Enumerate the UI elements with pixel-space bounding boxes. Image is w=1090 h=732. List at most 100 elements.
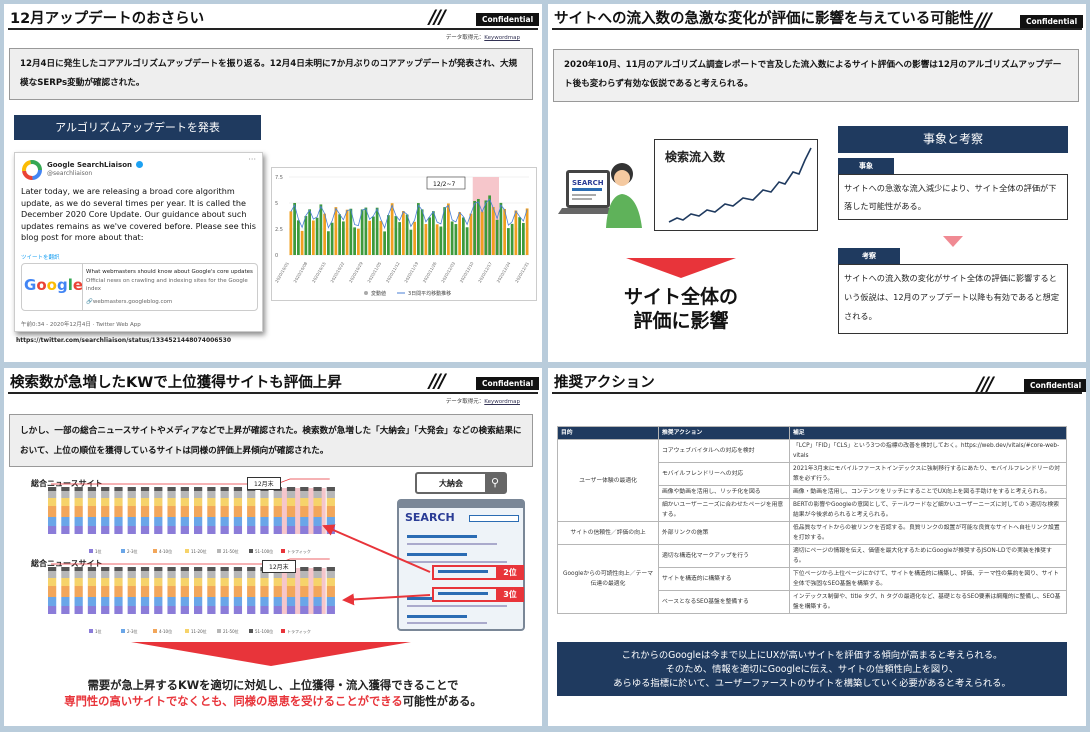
- stacked-segment: [87, 571, 97, 578]
- action-cell: サイトを構造的に構築する: [658, 567, 790, 591]
- stacked-segment: [247, 571, 256, 578]
- volatility-bar: [394, 216, 398, 255]
- conclusion-line-1: サイト全体の: [623, 286, 738, 308]
- volatility-bar: [525, 208, 529, 255]
- legend-label: 1位: [95, 628, 102, 634]
- conclusion-line-2: 評価に影響: [633, 310, 729, 332]
- volatility-bar: [323, 213, 326, 255]
- stacked-segment: [167, 506, 176, 517]
- title-underline: [552, 392, 1082, 394]
- stacked-segment: [48, 571, 57, 578]
- stacked-segment: [167, 491, 176, 498]
- stacked-segment: [127, 586, 136, 597]
- stacked-segment: [154, 567, 163, 571]
- x-tick-label: 2020/10/01: [274, 261, 290, 284]
- source-link[interactable]: Keywordmap: [484, 399, 520, 405]
- volatility-bar: [514, 210, 518, 255]
- legend-swatch: [249, 629, 253, 633]
- action-cell: 画像や動画を活用し、リッチ化を図る: [658, 485, 790, 499]
- result-line: [572, 194, 596, 196]
- link-preview-card[interactable]: Google What webmasters should know about…: [21, 263, 258, 311]
- stacked-segment: [233, 487, 243, 491]
- stacked-segment: [180, 571, 189, 578]
- conclusion-text: サイト全体の 評価に影響: [604, 285, 758, 333]
- legend-swatch: [89, 629, 93, 633]
- action-cell: モバイルフレンドリーへの対応: [658, 462, 790, 486]
- stacked-segment: [167, 498, 176, 506]
- stacked-segment: [48, 487, 57, 491]
- volatility-bar: [454, 224, 458, 255]
- legend-swatch: [121, 629, 125, 633]
- stacked-segment: [114, 606, 123, 614]
- magnifier-icon[interactable]: ⚲: [485, 474, 505, 492]
- volatility-bar: [432, 211, 435, 255]
- title-underline: [552, 28, 1082, 30]
- stacked-segment: [87, 517, 97, 526]
- stacked-segment: [247, 526, 256, 534]
- volatility-bar: [413, 221, 416, 255]
- slide-title: 12月アップデートのおさらい: [10, 11, 205, 27]
- note-cell: BERTの影響やGoogleの意図として、テールワードなど細かいユーザーニーズに…: [789, 498, 1067, 522]
- actions-table-wrapper: 目的 推奨アクション 補足 ユーザー体験の最適化 コアウェブバイタルへの対応を検討…: [557, 426, 1067, 614]
- stacked-segment: [207, 498, 216, 506]
- legend-swatch: [281, 629, 285, 633]
- stacked-segment: [101, 498, 110, 506]
- stacked-segment: [260, 517, 269, 526]
- x-tick-label: 2020/12/31: [514, 261, 530, 284]
- summary-box: しかし、一部の総合ニュースサイトやメディアなどで上昇が確認された。検索数が急増し…: [9, 414, 533, 467]
- x-tick-label: 2020/12/24: [496, 261, 512, 284]
- note-cell: 下位ページから上位ページにかけて、サイトを構造的に構築し、評価、テーマ性の集約を…: [789, 567, 1067, 591]
- volatility-bar: [312, 220, 315, 255]
- source-link[interactable]: Keywordmap: [484, 35, 520, 41]
- stacked-segment: [101, 517, 110, 526]
- stacked-segment: [167, 578, 176, 586]
- stacked-segment: [260, 578, 269, 586]
- legend-label: 21-50位: [223, 628, 239, 634]
- volatility-bar: [300, 230, 304, 255]
- translate-link[interactable]: ツイートを翻訳: [21, 253, 60, 261]
- stacked-segment: [220, 571, 229, 578]
- tweet-card[interactable]: Google SearchLiaison @searchliaison ··· …: [14, 152, 263, 332]
- volatility-bar: [387, 215, 390, 255]
- stacked-segment: [247, 491, 256, 498]
- x-tick-label: 2020/11/12: [385, 261, 401, 284]
- volatility-bar: [368, 220, 371, 255]
- stacked-segment: [101, 567, 110, 571]
- note-cell: 画像・動画を活用し、コンテンツをリッチにすることでUX向上を図る手助けをすると考…: [789, 485, 1067, 499]
- legend-label: 11-20位: [191, 628, 207, 634]
- tweet-url[interactable]: https://twitter.com/searchliaison/status…: [16, 337, 231, 344]
- legend-label: 1位: [95, 548, 102, 554]
- x-tick-label: 2020/11/19: [403, 261, 419, 284]
- legend-label: 4-10位: [159, 548, 172, 554]
- volatility-bar: [462, 217, 465, 255]
- stacked-segment: [61, 487, 70, 491]
- stacked-segment: [61, 498, 70, 506]
- volatility-bar: [398, 222, 401, 255]
- stacked-segment: [87, 586, 97, 597]
- card-link: 🔗webmasters.googleblog.com: [86, 299, 173, 305]
- stacked-segment: [233, 498, 243, 506]
- note-cell: 低品質なサイトからの被リンクを否認する。良質リンクの設置が可能な良質なサイトへ自…: [789, 521, 1067, 545]
- link-icon: 🔗: [86, 299, 93, 305]
- legend-swatch: [89, 549, 93, 553]
- stacked-segment: [140, 586, 150, 597]
- stacked-segment: [273, 526, 282, 534]
- legend-swatch: [153, 549, 157, 553]
- volatility-bar: [357, 228, 360, 255]
- search-word: SEARCH: [572, 179, 604, 187]
- volatility-bar: [469, 213, 473, 255]
- more-icon[interactable]: ···: [248, 155, 256, 164]
- panel-title: 事象と考察: [838, 126, 1068, 153]
- stacked-segment: [180, 487, 189, 491]
- stacked-segment: [48, 578, 57, 586]
- legend-label: 21-50位: [223, 548, 239, 554]
- stacked-segment: [154, 506, 163, 517]
- stacked-segment: [247, 567, 256, 571]
- google-logo: Google: [24, 276, 84, 294]
- stacked-segment: [207, 571, 216, 578]
- stacked-segment: [127, 571, 136, 578]
- conclusion-line-2: 専門性の高いサイトでなくとも、同様の恩恵を受けることができる可能性がある。: [64, 695, 482, 708]
- stacked-segment: [74, 571, 83, 578]
- volatility-bar: [518, 217, 521, 255]
- stacked-segment: [247, 597, 256, 606]
